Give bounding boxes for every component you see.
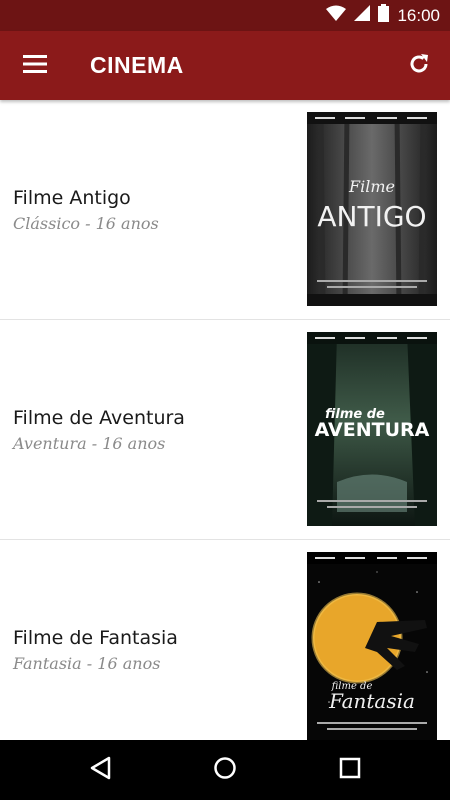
movie-text: Filme Antigo Clássico - 16 anos bbox=[13, 100, 293, 319]
app-title: CINEMA bbox=[90, 52, 184, 78]
back-icon bbox=[89, 756, 111, 784]
wifi-icon bbox=[326, 5, 347, 26]
status-bar: 16:00 bbox=[0, 0, 450, 31]
poster-title-small: Filme bbox=[348, 177, 395, 196]
recents-icon bbox=[339, 757, 361, 783]
movie-subtitle: Fantasia - 16 anos bbox=[13, 653, 161, 673]
recents-button[interactable] bbox=[335, 755, 365, 785]
movie-list: Filme Antigo Clássico - 16 anos Filme AN… bbox=[0, 100, 450, 740]
movie-title: Filme de Aventura bbox=[13, 406, 185, 429]
movie-title: Filme Antigo bbox=[13, 186, 131, 209]
status-time: 16:00 bbox=[397, 5, 440, 25]
movie-list-item[interactable]: Filme Antigo Clássico - 16 anos Filme AN… bbox=[0, 100, 450, 320]
movie-title: Filme de Fantasia bbox=[13, 626, 178, 649]
menu-icon bbox=[23, 55, 47, 77]
movie-poster: filme de AVENTURA bbox=[307, 332, 437, 526]
home-icon bbox=[213, 756, 237, 784]
app-bar: CINEMA bbox=[0, 31, 450, 100]
movie-subtitle: Aventura - 16 anos bbox=[13, 433, 166, 453]
poster-title-big: ANTIGO bbox=[317, 200, 426, 233]
status-icons: 16:00 bbox=[326, 0, 440, 31]
refresh-button[interactable] bbox=[402, 49, 436, 83]
navigation-bar bbox=[0, 740, 450, 800]
poster-title-big: AVENTURA bbox=[315, 419, 430, 441]
poster-title-big: Fantasia bbox=[328, 689, 415, 713]
movie-list-item[interactable]: Filme de Fantasia Fantasia - 16 anos fil… bbox=[0, 540, 450, 740]
movie-poster: filme de Fantasia bbox=[307, 552, 437, 740]
movie-text: Filme de Fantasia Fantasia - 16 anos bbox=[13, 540, 293, 740]
movie-poster: Filme ANTIGO bbox=[307, 112, 437, 306]
movie-subtitle: Clássico - 16 anos bbox=[13, 213, 159, 233]
menu-button[interactable] bbox=[18, 49, 52, 83]
battery-icon bbox=[378, 4, 390, 27]
movie-list-item[interactable]: Filme de Aventura Aventura - 16 anos fil… bbox=[0, 320, 450, 540]
refresh-icon bbox=[407, 52, 431, 80]
signal-icon bbox=[354, 5, 371, 26]
back-button[interactable] bbox=[85, 755, 115, 785]
movie-text: Filme de Aventura Aventura - 16 anos bbox=[13, 320, 293, 539]
home-button[interactable] bbox=[210, 755, 240, 785]
